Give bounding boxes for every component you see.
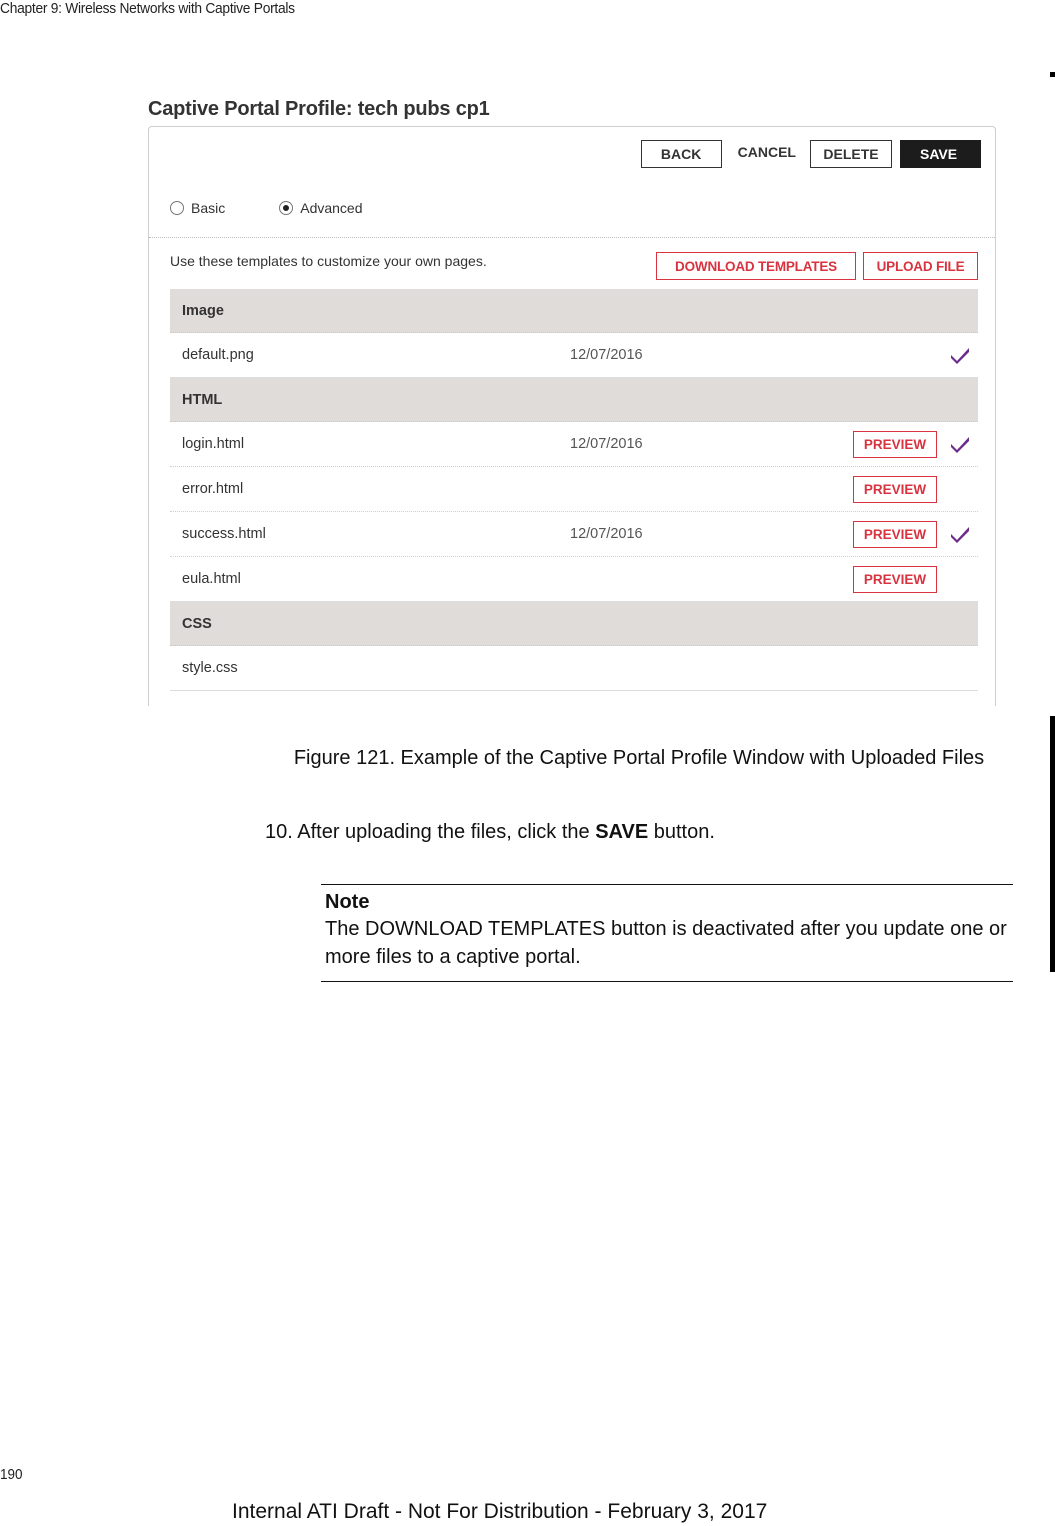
file-date: 12/07/2016 bbox=[570, 347, 643, 363]
file-name: error.html bbox=[182, 481, 244, 497]
preview-button[interactable]: PREVIEW bbox=[853, 430, 937, 458]
radio-advanced[interactable] bbox=[279, 201, 294, 215]
step-text-suffix: button. bbox=[648, 821, 715, 843]
step-10: 10. After uploading the files, click the… bbox=[265, 821, 715, 844]
file-table: Image default.png 12/07/2016 HTML login.html… bbox=[170, 289, 978, 691]
checkmark-icon bbox=[949, 345, 971, 365]
download-templates-button[interactable]: DOWNLOAD TEMPLATES bbox=[656, 252, 856, 280]
file-row: style.css bbox=[170, 646, 978, 691]
group-header: Image bbox=[170, 289, 978, 333]
file-row: success.html 12/07/2016 PREVIEW bbox=[170, 512, 978, 557]
note-box: Note The DOWNLOAD TEMPLATES button is de… bbox=[321, 884, 1013, 982]
profile-title: Captive Portal Profile: tech pubs cp1 bbox=[148, 98, 490, 120]
draft-footer: Internal ATI Draft - Not For Distributio… bbox=[232, 1500, 768, 1523]
preview-button[interactable]: PREVIEW bbox=[853, 475, 937, 503]
radio-basic[interactable] bbox=[170, 201, 184, 215]
delete-button[interactable]: DELETE bbox=[810, 140, 892, 168]
upload-file-button[interactable]: UPLOAD FILE bbox=[863, 252, 978, 280]
back-button[interactable]: BACK bbox=[640, 140, 722, 168]
checkmark-icon bbox=[949, 524, 971, 544]
figure-caption: Figure 121. Example of the Captive Porta… bbox=[293, 747, 985, 769]
file-name: eula.html bbox=[182, 571, 241, 587]
preview-button[interactable]: PREVIEW bbox=[853, 520, 937, 548]
file-date: 12/07/2016 bbox=[570, 436, 643, 452]
preview-button[interactable]: PREVIEW bbox=[853, 565, 937, 593]
step-text-prefix: 10. After uploading the files, click the bbox=[265, 821, 596, 843]
mode-basic-label: Basic bbox=[191, 200, 226, 216]
mode-advanced-label: Advanced bbox=[300, 200, 363, 216]
file-row: default.png 12/07/2016 bbox=[170, 333, 978, 378]
save-button[interactable]: SAVE bbox=[900, 140, 981, 168]
group-header: HTML bbox=[170, 378, 978, 422]
page-number: 190 bbox=[0, 1466, 23, 1483]
group-header: CSS bbox=[170, 602, 978, 646]
templates-hint: Use these templates to customize your ow… bbox=[170, 253, 487, 269]
change-bar-tick bbox=[1050, 72, 1055, 77]
file-name: style.css bbox=[182, 660, 238, 676]
file-row: eula.html PREVIEW bbox=[170, 557, 978, 602]
mode-selector: Basic Advanced bbox=[170, 200, 363, 216]
divider bbox=[149, 237, 995, 238]
file-row: error.html PREVIEW bbox=[170, 467, 978, 512]
file-name: default.png bbox=[182, 347, 254, 363]
file-row: login.html 12/07/2016 PREVIEW bbox=[170, 422, 978, 467]
note-body: The DOWNLOAD TEMPLATES button is deactiv… bbox=[325, 918, 1007, 968]
profile-panel: BACK CANCEL DELETE SAVE Basic Advanced U… bbox=[148, 126, 996, 706]
change-bar bbox=[1050, 716, 1055, 972]
running-header: Chapter 9: Wireless Networks with Captiv… bbox=[0, 0, 295, 17]
mode-basic[interactable]: Basic bbox=[170, 200, 225, 216]
cancel-button[interactable]: CANCEL bbox=[724, 144, 810, 164]
checkmark-icon bbox=[949, 434, 971, 454]
captive-portal-screenshot: Captive Portal Profile: tech pubs cp1 BA… bbox=[140, 92, 1000, 706]
file-date: 12/07/2016 bbox=[570, 526, 643, 542]
file-name: login.html bbox=[182, 436, 245, 452]
step-text-bold: SAVE bbox=[595, 821, 649, 843]
toolbar: BACK CANCEL DELETE SAVE bbox=[640, 140, 981, 168]
note-title: Note bbox=[325, 891, 370, 913]
mode-advanced[interactable]: Advanced bbox=[279, 200, 363, 216]
file-name: success.html bbox=[182, 526, 266, 542]
